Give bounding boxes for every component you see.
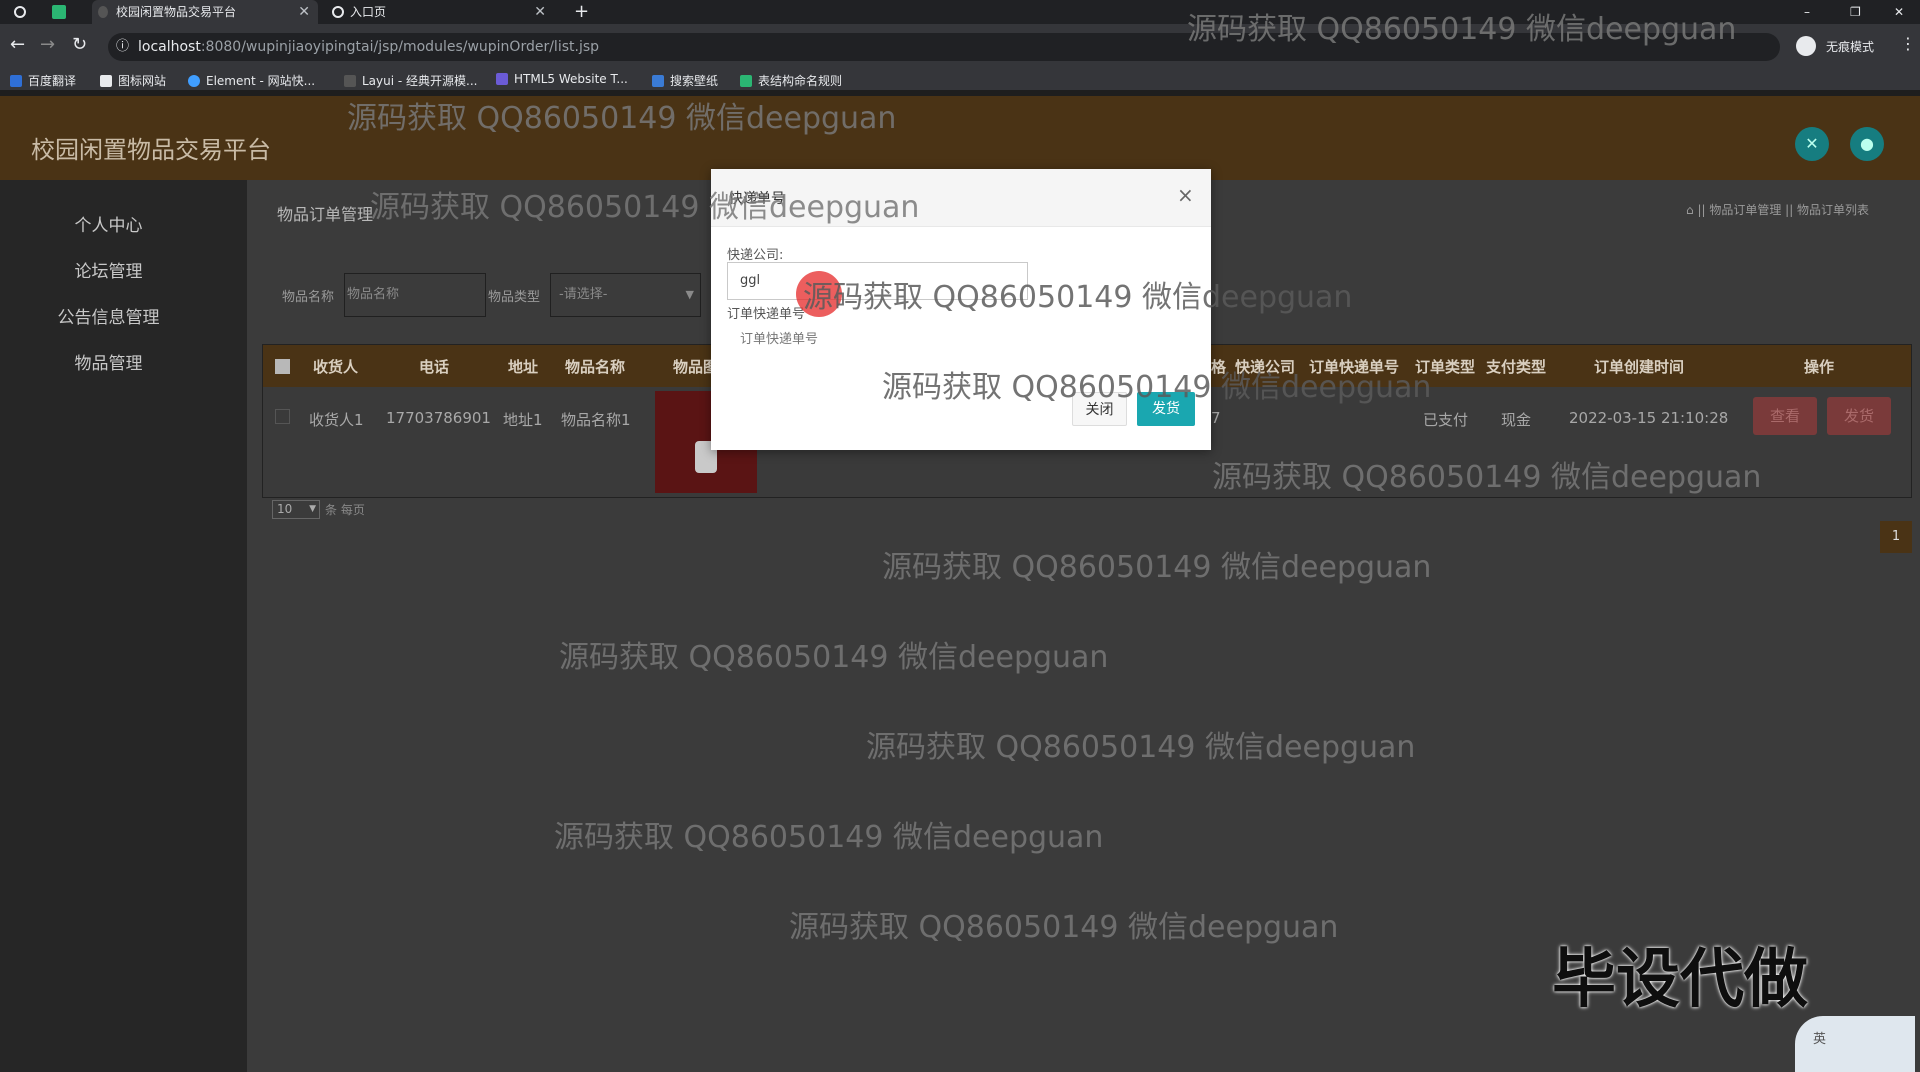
close-tab-icon[interactable]: ✕ [298, 0, 310, 24]
cell-item-name: 物品名称1 [561, 411, 631, 429]
reload-icon[interactable]: ↻ [72, 34, 87, 55]
globe-icon [332, 6, 344, 18]
incognito-icon [1796, 36, 1816, 56]
bookmark-item[interactable]: HTML5 Website T... [496, 72, 628, 86]
ime-language-label: 英 [1813, 1032, 1827, 1047]
profile-label[interactable]: 无痕模式 [1826, 38, 1874, 55]
cell-phone: 17703786901 [386, 409, 491, 427]
url-path: :8080/wupinjiaoyipingtai/jsp/modules/wup… [200, 39, 600, 55]
watermark-text: 源码获取 QQ86050149 微信deepguan [370, 190, 920, 225]
loading-icon [98, 6, 108, 18]
app-header: 校园闲置物品交易平台 [0, 96, 1920, 180]
page-title: 物品订单管理 [277, 205, 374, 224]
sidebar-item-forum[interactable]: 论坛管理 [0, 257, 217, 282]
browser-logo-icon [14, 6, 26, 18]
menu-icon[interactable]: ⋮ [1900, 34, 1916, 53]
back-icon[interactable]: ← [10, 34, 25, 55]
tab-platform[interactable]: 校园闲置物品交易平台 ✕ [92, 0, 318, 24]
watermark-text: 源码获取 QQ86050149 微信deepguan [789, 910, 1339, 945]
bookmarks-bar: 百度翻译 图标网站 Element - 网站快... Layui - 经典开源模… [0, 70, 1920, 90]
tab-group-icon[interactable] [52, 5, 66, 19]
breadcrumb: ⌂ || 物品订单管理 || 物品订单列表 [1686, 203, 1870, 217]
watermark-text: 源码获取 QQ86050149 微信deepguan [803, 280, 1353, 315]
promo-text: 毕设代做 [1552, 943, 1808, 1017]
ime-widget[interactable]: 英 [1795, 1016, 1915, 1072]
bookmark-item[interactable]: 百度翻译 [10, 72, 76, 89]
select-all-checkbox[interactable] [275, 359, 290, 374]
close-window-button[interactable]: ✕ [1894, 0, 1908, 24]
filter-name-input[interactable]: 物品名称 [344, 273, 486, 317]
ship-button[interactable]: 发货 [1827, 397, 1891, 435]
watermark-text: 源码获取 QQ86050149 微信deepguan [554, 820, 1104, 855]
info-icon[interactable]: ⓘ [116, 33, 129, 61]
cell-order-type: 已支付 [1423, 411, 1469, 429]
page-size-label: 条 每页 [325, 503, 365, 517]
watermark-text: 源码获取 QQ86050149 微信deepguan [866, 730, 1416, 765]
tracking-number-input[interactable]: 订单快递单号 [727, 321, 1028, 359]
filter-type-label: 物品类型 [488, 290, 541, 305]
minimize-button[interactable]: – [1804, 0, 1816, 24]
filter-type-select[interactable]: -请选择- ▼ [550, 273, 701, 317]
watermark-text: 源码获取 QQ86050149 微信deepguan [882, 370, 1432, 405]
sidebar-item-personal[interactable]: 个人中心 [0, 211, 217, 236]
user-avatar-icon[interactable]: ● [1850, 127, 1884, 161]
cell-pay-type: 现金 [1501, 411, 1532, 429]
tab-entry[interactable]: 入口页 ✕ [326, 0, 554, 24]
watermark-text: 源码获取 QQ86050149 微信deepguan [559, 640, 1109, 675]
tab-title: 入口页 [350, 5, 387, 19]
watermark-text: 源码获取 QQ86050149 微信deepguan [1187, 12, 1737, 47]
watermark-text: 源码获取 QQ86050149 微信deepguan [347, 101, 897, 136]
chevron-down-icon: ▼ [685, 288, 694, 301]
th-created: 订单创建时间 [1594, 358, 1685, 376]
forward-icon[interactable]: → [40, 34, 55, 55]
close-tab-icon[interactable]: ✕ [534, 0, 546, 24]
tab-title: 校园闲置物品交易平台 [116, 5, 237, 19]
cell-created: 2022-03-15 21:10:28 [1569, 409, 1729, 427]
th-consignee: 收货人 [313, 358, 359, 376]
app-title: 校园闲置物品交易平台 [31, 136, 271, 164]
th-pay-type: 支付类型 [1486, 358, 1547, 376]
tracking-number-label: 订单快递单号 [727, 307, 806, 322]
url-host: localhost [138, 39, 201, 55]
bookmark-item[interactable]: Element - 网站快... [188, 72, 315, 89]
row-checkbox[interactable] [275, 409, 290, 424]
th-actions: 操作 [1804, 358, 1835, 376]
chevron-down-icon: ▼ [309, 504, 316, 514]
sidebar-item-notice[interactable]: 公告信息管理 [0, 303, 217, 328]
new-tab-button[interactable]: + [574, 0, 594, 24]
express-company-label: 快递公司: [727, 248, 784, 263]
watermark-text: 源码获取 QQ86050149 微信deepguan [1212, 460, 1762, 495]
cell-price: 7 [1211, 409, 1221, 427]
bookmark-item[interactable]: 表结构命名规则 [740, 72, 842, 89]
page-size-select[interactable]: 10 ▼ [272, 500, 320, 519]
dialog-close-icon[interactable]: × [1177, 183, 1194, 207]
watermark-text: 源码获取 QQ86050149 微信deepguan [882, 550, 1432, 585]
view-button[interactable]: 查看 [1753, 397, 1817, 435]
restore-button[interactable]: ❐ [1850, 0, 1862, 24]
filter-name-label: 物品名称 [282, 290, 335, 305]
fullscreen-icon[interactable]: ✕ [1795, 127, 1829, 161]
th-item-name: 物品名称 [565, 358, 626, 376]
cell-consignee: 收货人1 [309, 411, 364, 429]
page-number-1[interactable]: 1 [1880, 521, 1912, 553]
cell-address: 地址1 [503, 411, 543, 429]
th-address: 地址 [508, 358, 539, 376]
sidebar-item-goods[interactable]: 物品管理 [0, 349, 217, 374]
bookmark-item[interactable]: 图标网站 [100, 72, 166, 89]
bookmark-item[interactable]: 搜索壁纸 [652, 72, 718, 89]
th-phone: 电话 [419, 358, 450, 376]
home-icon[interactable]: ⌂ [1686, 203, 1697, 217]
bookmark-item[interactable]: Layui - 经典开源模... [344, 72, 477, 89]
